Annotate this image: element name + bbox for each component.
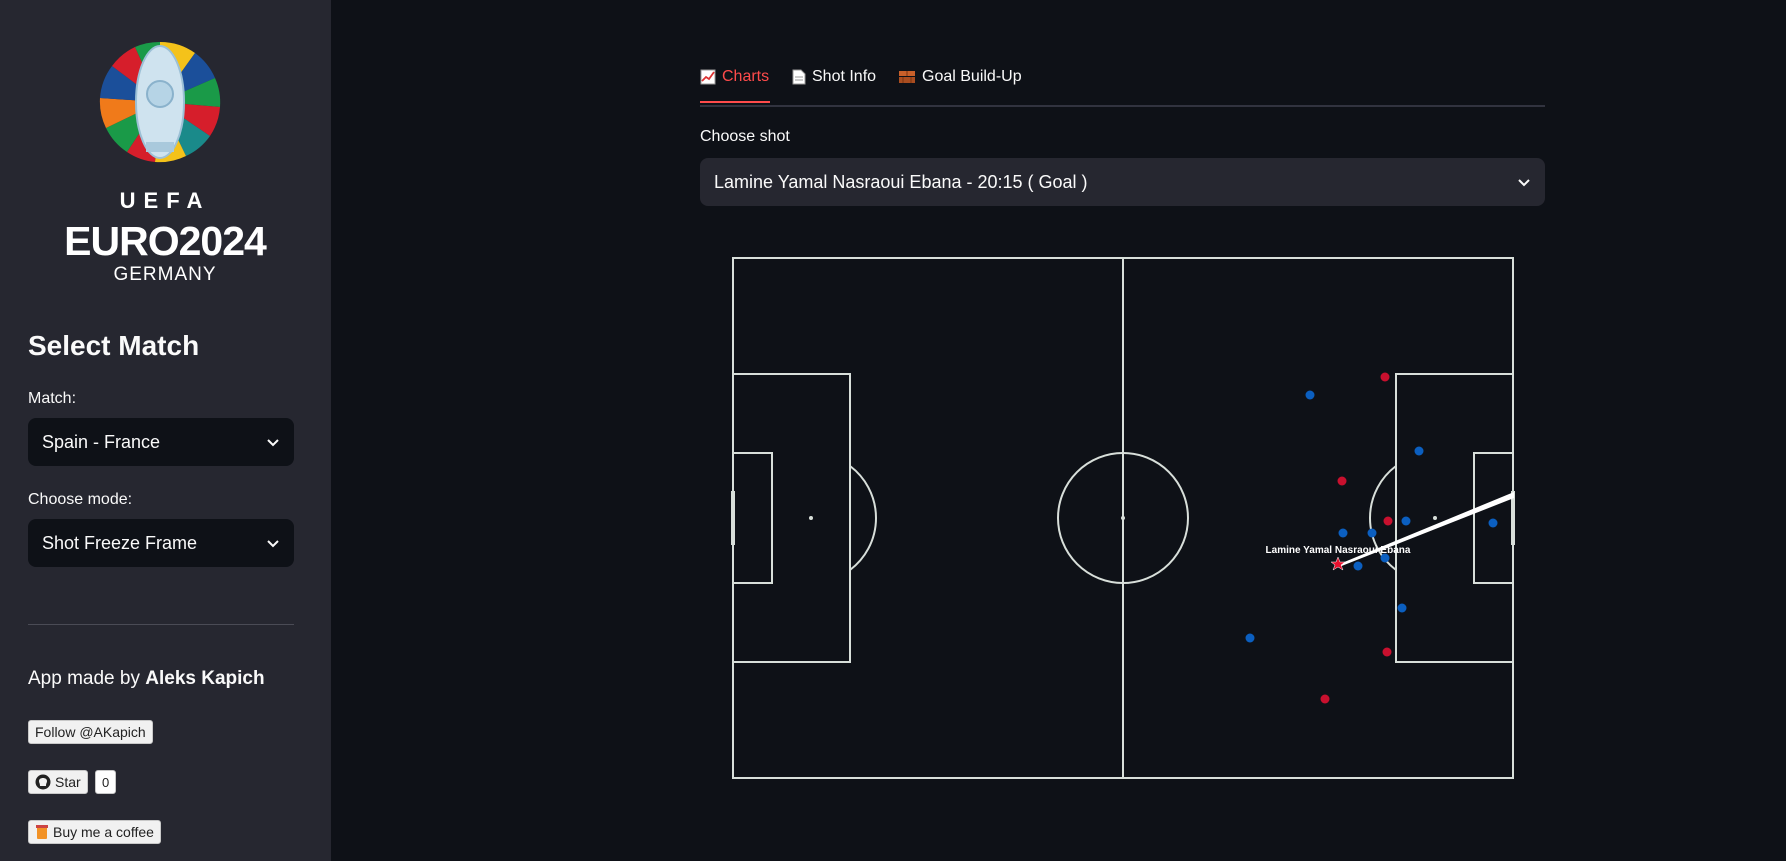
follow-button-label: Follow @AKapich bbox=[35, 724, 146, 740]
opponent-player bbox=[1338, 528, 1348, 538]
tab-charts[interactable]: Charts bbox=[700, 68, 769, 86]
choose-shot-label: Choose shot bbox=[700, 128, 790, 145]
opponent-player bbox=[1367, 528, 1377, 538]
document-icon bbox=[792, 69, 806, 85]
trophy-logo-icon bbox=[99, 41, 221, 163]
chevron-down-icon bbox=[1518, 179, 1530, 187]
teammate-player bbox=[1380, 372, 1390, 382]
shooter-label: Lamine Yamal Nasraoui Ebana bbox=[1266, 545, 1411, 556]
tab-charts-label: Charts bbox=[722, 68, 770, 85]
buy-coffee-button[interactable]: Buy me a coffee bbox=[28, 820, 161, 844]
tab-goal-build-up-label: Goal Build-Up bbox=[922, 68, 1022, 85]
opponent-player bbox=[1488, 518, 1498, 528]
tab-bar: Charts Shot Info Goal Build-Up bbox=[700, 56, 1545, 107]
credit-name: Aleks Kapich bbox=[145, 668, 265, 689]
github-star-button[interactable]: Star bbox=[28, 770, 88, 794]
opponent-player bbox=[1353, 561, 1363, 571]
match-select-value: Spain - France bbox=[42, 431, 161, 452]
star-label: Star bbox=[55, 774, 81, 790]
teammate-player bbox=[1382, 647, 1392, 657]
credit-prefix: App made by bbox=[28, 668, 140, 689]
sidebar: UEFA EURO2024 GERMANY Select Match Match… bbox=[0, 0, 331, 861]
bricks-icon bbox=[899, 71, 915, 83]
teammate-player bbox=[1320, 694, 1330, 704]
teammate-players bbox=[1320, 372, 1393, 704]
shot-freeze-frame-pitch: Lamine Yamal Nasraoui Ebana bbox=[731, 257, 1515, 779]
logo-uefa-text: UEFA bbox=[119, 188, 211, 213]
left-goal bbox=[731, 491, 735, 545]
left-penalty-spot bbox=[809, 516, 813, 520]
right-goal bbox=[1511, 491, 1515, 545]
sidebar-divider bbox=[28, 624, 294, 625]
shot-select[interactable]: Lamine Yamal Nasraoui Ebana - 20:15 ( Go… bbox=[700, 158, 1545, 206]
left-penalty-arc bbox=[849, 465, 877, 571]
left-penalty-box bbox=[732, 373, 851, 663]
teammate-player bbox=[1337, 476, 1347, 486]
shooter-star-icon bbox=[1330, 556, 1346, 571]
buy-coffee-label: Buy me a coffee bbox=[53, 824, 154, 840]
opponent-player bbox=[1401, 516, 1411, 526]
right-six-yard-box bbox=[1473, 452, 1514, 584]
opponent-player bbox=[1414, 446, 1424, 456]
coffee-cup-icon bbox=[36, 825, 48, 839]
center-spot bbox=[1121, 516, 1125, 520]
logo-euro-text: EURO2024 bbox=[64, 218, 267, 264]
tab-goal-build-up[interactable]: Goal Build-Up bbox=[898, 68, 1022, 86]
follow-button[interactable]: Follow @AKapich bbox=[28, 720, 153, 744]
shot-select-value: Lamine Yamal Nasraoui Ebana - 20:15 ( Go… bbox=[714, 171, 1088, 192]
euro2024-logo: UEFA EURO2024 GERMANY bbox=[50, 22, 280, 292]
active-tab-indicator bbox=[700, 101, 770, 103]
chevron-down-icon bbox=[267, 439, 279, 447]
logo-country-text: GERMANY bbox=[113, 264, 217, 285]
opponent-player bbox=[1305, 390, 1315, 400]
teammate-player bbox=[1383, 516, 1393, 526]
github-icon bbox=[35, 774, 51, 790]
mode-label: Choose mode: bbox=[28, 491, 133, 508]
match-select[interactable]: Spain - France bbox=[28, 418, 294, 466]
match-label: Match: bbox=[28, 390, 77, 407]
mode-select-value: Shot Freeze Frame bbox=[42, 532, 198, 553]
mode-select[interactable]: Shot Freeze Frame bbox=[28, 519, 294, 567]
tab-shot-info[interactable]: Shot Info bbox=[792, 68, 876, 86]
select-match-heading: Select Match bbox=[28, 330, 200, 361]
opponent-player bbox=[1397, 603, 1407, 613]
chart-icon bbox=[700, 69, 716, 85]
right-penalty-spot bbox=[1433, 516, 1437, 520]
tab-shot-info-label: Shot Info bbox=[812, 68, 877, 85]
left-six-yard-box bbox=[732, 452, 773, 584]
chevron-down-icon bbox=[267, 540, 279, 548]
opponent-player bbox=[1245, 633, 1255, 643]
credit-text: App made by Aleks Kapich bbox=[28, 668, 265, 690]
star-count: 0 bbox=[95, 770, 117, 794]
